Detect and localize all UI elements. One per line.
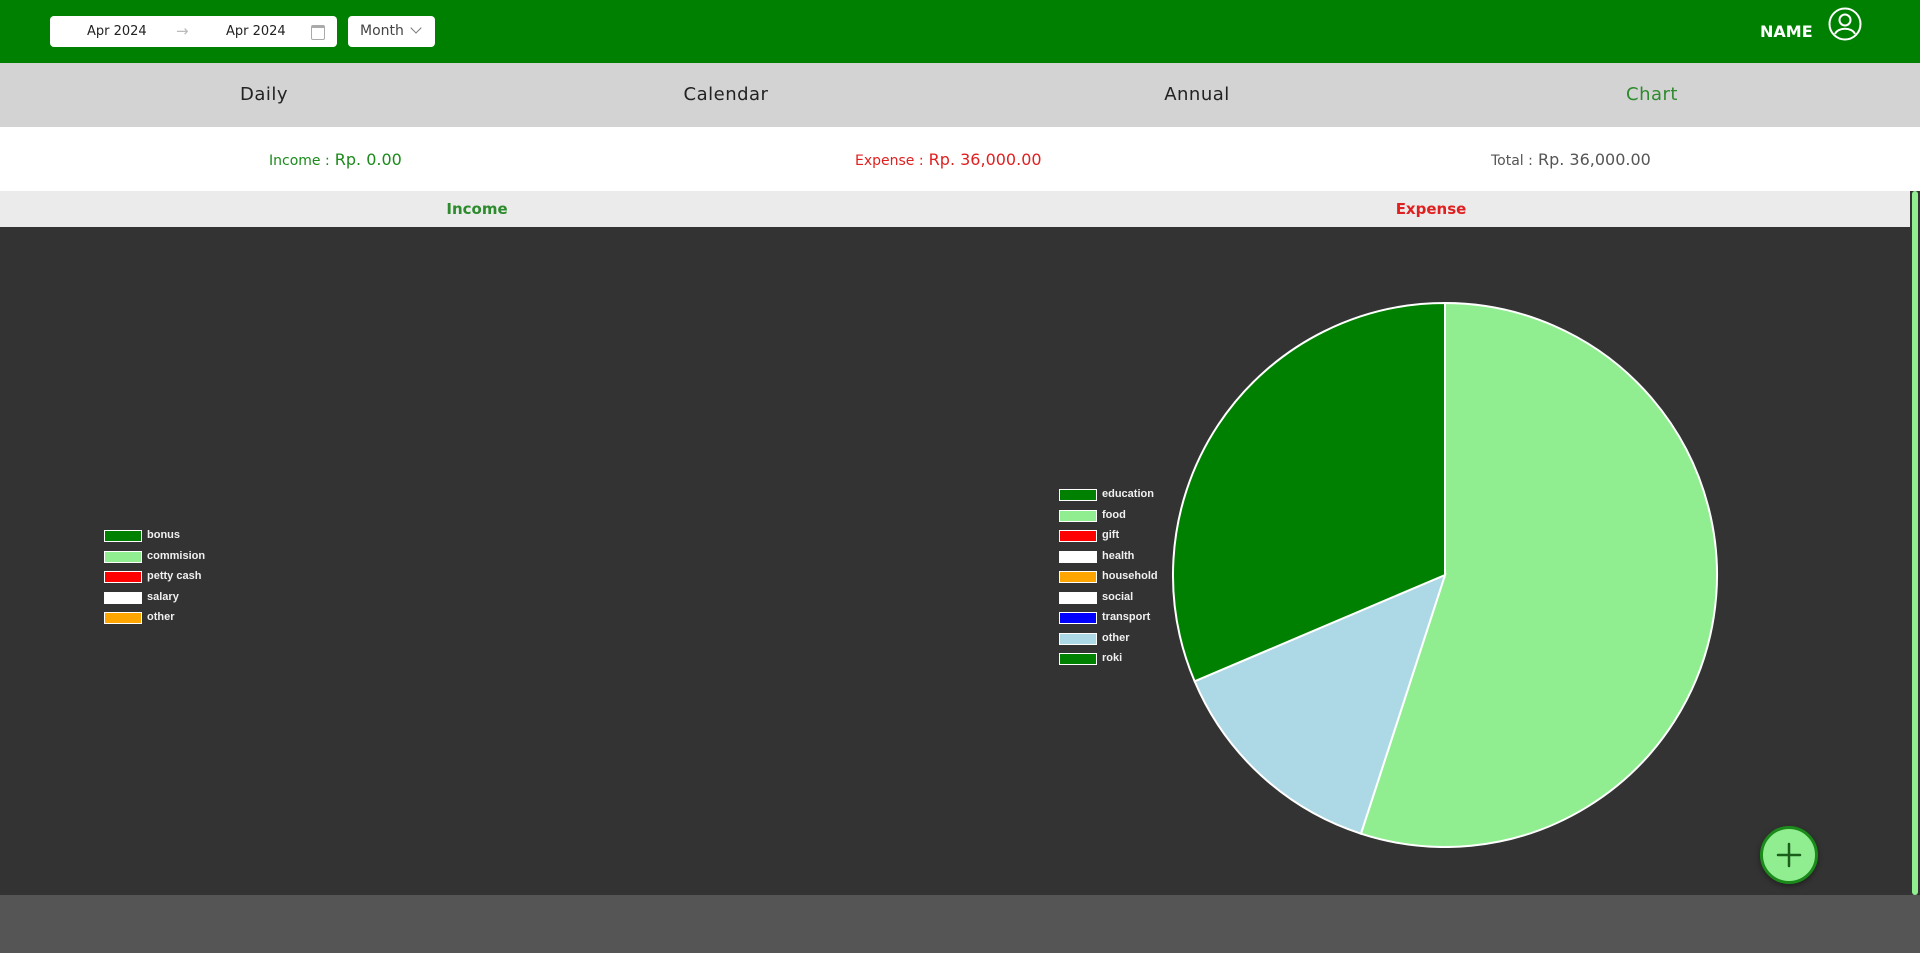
income-legend-label: petty cash bbox=[147, 570, 202, 582]
expense-legend-swatch bbox=[1059, 632, 1097, 645]
range-arrow-icon: → bbox=[176, 22, 189, 40]
expense-legend-label: social bbox=[1102, 590, 1134, 603]
income-legend-swatch bbox=[104, 571, 142, 583]
income-legend-swatch bbox=[104, 612, 142, 624]
add-transaction-button[interactable] bbox=[1760, 826, 1818, 884]
expense-legend-label: transport bbox=[1102, 611, 1151, 623]
expense-legend-swatch bbox=[1059, 530, 1097, 542]
user-name: NAME bbox=[1760, 22, 1813, 41]
date-range-picker[interactable]: Apr 2024 → Apr 2024 bbox=[50, 16, 337, 47]
view-tabs: Daily Calendar Annual Chart bbox=[0, 63, 1920, 127]
expense-summary-label: Expense : bbox=[855, 153, 924, 169]
income-legend-label: bonus bbox=[147, 529, 180, 541]
totals-summary: Income : Rp. 0.00 Expense : Rp. 36,000.0… bbox=[0, 127, 1920, 191]
expense-legend-label: other bbox=[1102, 631, 1130, 644]
expense-legend-swatch bbox=[1059, 612, 1097, 624]
tab-calendar[interactable]: Calendar bbox=[684, 84, 769, 105]
scrollbar-thumb[interactable] bbox=[1912, 191, 1918, 895]
expense-legend-label: education bbox=[1102, 488, 1154, 500]
period-mode-select[interactable]: Month bbox=[348, 16, 435, 47]
expense-legend-label: household bbox=[1102, 570, 1158, 582]
calendar-icon[interactable] bbox=[311, 25, 325, 40]
income-legend-swatch bbox=[104, 591, 142, 604]
user-avatar-icon[interactable] bbox=[1828, 7, 1862, 41]
expense-legend-swatch bbox=[1059, 653, 1097, 665]
income-legend-swatch bbox=[104, 550, 142, 563]
tab-daily[interactable]: Daily bbox=[240, 84, 288, 105]
expense-legend-label: gift bbox=[1102, 529, 1120, 541]
total-summary-label: Total : bbox=[1491, 153, 1533, 169]
expense-summary-value: Rp. 36,000.00 bbox=[928, 150, 1042, 169]
plus-icon bbox=[1776, 842, 1802, 868]
expense-legend-label: health bbox=[1102, 549, 1135, 562]
income-legend-label: other bbox=[147, 611, 175, 623]
range-end-input[interactable]: Apr 2024 bbox=[226, 24, 286, 39]
income-legend-label: salary bbox=[147, 590, 179, 603]
tab-annual[interactable]: Annual bbox=[1164, 84, 1230, 105]
total-summary: Total : Rp. 36,000.00 bbox=[1491, 150, 1651, 169]
expense-legend-swatch bbox=[1059, 489, 1097, 501]
expense-legend-swatch bbox=[1059, 591, 1097, 604]
expense-legend-label: food bbox=[1102, 508, 1126, 521]
income-chart-title: Income bbox=[446, 200, 508, 218]
income-summary: Income : Rp. 0.00 bbox=[269, 150, 402, 169]
range-start-input[interactable]: Apr 2024 bbox=[87, 24, 147, 39]
total-summary-value: Rp. 36,000.00 bbox=[1537, 150, 1651, 169]
income-summary-label: Income : bbox=[269, 153, 330, 169]
expense-legend-swatch bbox=[1059, 550, 1097, 563]
chart-section-headers: Income Expense bbox=[0, 191, 1910, 227]
income-legend-swatch bbox=[104, 530, 142, 542]
expense-legend-swatch bbox=[1059, 571, 1097, 583]
income-summary-value: Rp. 0.00 bbox=[334, 150, 402, 169]
period-mode-value: Month bbox=[360, 23, 404, 39]
expense-pie-chart bbox=[1172, 301, 1718, 848]
tab-chart[interactable]: Chart bbox=[1626, 84, 1678, 105]
expense-summary: Expense : Rp. 36,000.00 bbox=[855, 150, 1042, 169]
expense-legend-label: roki bbox=[1102, 652, 1123, 664]
chevron-down-icon bbox=[410, 22, 422, 34]
income-legend-label: commision bbox=[147, 549, 206, 562]
top-bar: Apr 2024 → Apr 2024 Month NAME bbox=[0, 0, 1920, 63]
expense-chart-title: Expense bbox=[1395, 200, 1467, 218]
expense-legend-swatch bbox=[1059, 509, 1097, 522]
